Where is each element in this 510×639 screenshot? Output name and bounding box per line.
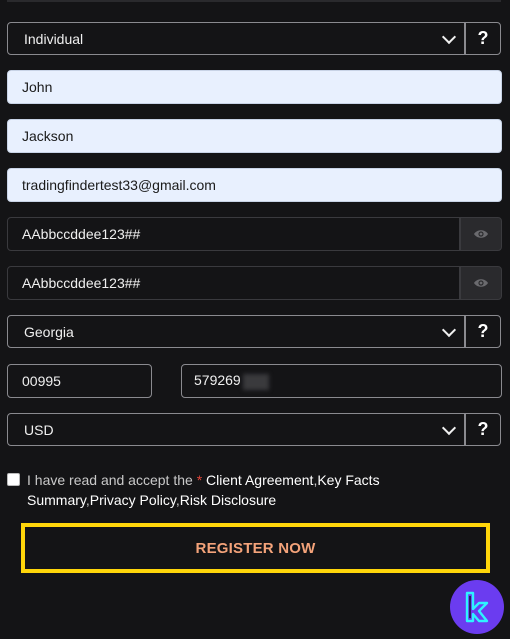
currency-select[interactable]: USD	[7, 413, 465, 446]
show-password-button[interactable]	[460, 217, 502, 251]
register-now-label: REGISTER NOW	[195, 539, 316, 557]
required-mark: *	[196, 472, 203, 488]
top-divider	[7, 0, 501, 2]
phone-code-field[interactable]: 00995	[7, 364, 152, 398]
confirm-password-value: AAbbccddee123##	[22, 275, 141, 291]
chevron-down-icon	[441, 322, 457, 337]
account-type-value: Individual	[24, 30, 84, 47]
question-mark-icon: ?	[477, 419, 489, 439]
show-confirm-password-button[interactable]	[460, 266, 502, 300]
phone-number-field[interactable]: 579269	[181, 364, 502, 398]
brand-mark-icon	[465, 591, 489, 623]
country-select[interactable]: Georgia	[7, 315, 465, 348]
agreement-prefix: I have read and accept the	[27, 472, 197, 488]
redaction-blur	[242, 373, 269, 390]
password-value: AAbbccddee123##	[22, 226, 141, 242]
client-agreement-link[interactable]: Client Agreement	[206, 472, 313, 488]
eye-icon	[474, 279, 488, 287]
agreement-checkbox[interactable]	[7, 473, 20, 486]
phone-code-value: 00995	[22, 373, 61, 389]
privacy-policy-link[interactable]: Privacy Policy	[90, 492, 176, 508]
account-type-select[interactable]: Individual	[7, 22, 465, 55]
email-field[interactable]: tradingfindertest33@gmail.com	[7, 168, 502, 202]
chevron-down-icon	[441, 420, 457, 435]
country-value: Georgia	[24, 323, 74, 340]
phone-number-value: 579269	[194, 372, 241, 389]
email-value: tradingfindertest33@gmail.com	[22, 177, 216, 193]
register-now-button[interactable]: REGISTER NOW	[21, 523, 490, 573]
agreement-row: I have read and accept the * Client Agre…	[7, 470, 397, 510]
first-name-field[interactable]: John	[7, 70, 502, 104]
question-mark-icon: ?	[477, 321, 489, 341]
currency-value: USD	[24, 421, 54, 438]
confirm-password-field[interactable]: AAbbccddee123##	[7, 266, 460, 300]
first-name-value: John	[22, 79, 53, 95]
eye-icon	[474, 230, 488, 238]
chevron-down-icon	[441, 29, 457, 44]
question-mark-icon: ?	[477, 28, 489, 48]
password-field[interactable]: AAbbccddee123##	[7, 217, 460, 251]
country-help-button[interactable]: ?	[465, 315, 501, 348]
account-type-help-button[interactable]: ?	[465, 22, 501, 55]
currency-help-button[interactable]: ?	[465, 413, 501, 446]
brand-logo-icon	[450, 580, 504, 634]
last-name-value: Jackson	[22, 128, 74, 144]
risk-disclosure-link[interactable]: Risk Disclosure	[180, 492, 276, 508]
last-name-field[interactable]: Jackson	[7, 119, 502, 153]
